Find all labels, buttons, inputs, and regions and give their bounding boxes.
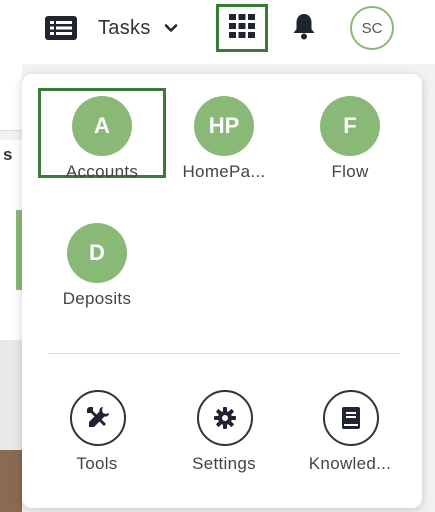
background-photo — [0, 450, 22, 512]
user-avatar[interactable]: SC — [350, 6, 394, 50]
tools-icon — [70, 390, 126, 446]
tool-label-knowledge: Knowled... — [308, 454, 392, 473]
app-launcher-menu: A Accounts HP HomePa... F Flow D Deposit… — [22, 74, 422, 508]
bell-icon — [291, 12, 317, 45]
app-icon-homepage: HP — [194, 96, 254, 156]
app-label-homepage: HomePa... — [182, 162, 266, 181]
tool-tile-tools[interactable]: Tools — [33, 380, 161, 473]
background-divider — [0, 130, 22, 131]
app-icon-flow: F — [320, 96, 380, 156]
tool-label-settings: Settings — [192, 454, 256, 473]
app-label-accounts: Accounts — [65, 162, 139, 181]
background-partial-text: s — [3, 145, 13, 164]
gear-icon — [197, 390, 253, 446]
app-icon-deposits: D — [67, 223, 127, 283]
app-tile-deposits[interactable]: D Deposits — [33, 215, 161, 308]
tasks-dropdown-button[interactable]: Tasks — [44, 10, 179, 46]
grid-icon — [228, 13, 256, 44]
background-image-area — [0, 180, 22, 340]
background-panel — [0, 64, 22, 130]
app-tile-flow[interactable]: F Flow — [286, 88, 414, 181]
menu-divider — [48, 353, 400, 354]
background-section — [0, 340, 22, 450]
background-content-right — [422, 64, 435, 512]
tool-label-tools: Tools — [76, 454, 118, 473]
tool-tile-knowledge[interactable]: Knowled... — [286, 380, 414, 473]
app-launcher-button[interactable] — [216, 4, 268, 52]
app-icon-accounts: A — [72, 96, 132, 156]
book-icon — [323, 390, 379, 446]
app-tile-accounts[interactable]: A Accounts — [38, 88, 166, 181]
top-bar: Tasks SC — [0, 0, 435, 64]
list-icon — [44, 15, 78, 41]
background-row: s — [0, 140, 22, 180]
app-label-deposits: Deposits — [62, 289, 132, 308]
app-label-flow: Flow — [331, 162, 369, 181]
app-tile-homepage[interactable]: HP HomePa... — [160, 88, 288, 181]
tasks-label: Tasks — [98, 16, 151, 39]
avatar-initials: SC — [361, 19, 383, 37]
chevron-down-icon — [163, 20, 179, 36]
notifications-button[interactable] — [290, 12, 318, 45]
tool-tile-settings[interactable]: Settings — [160, 380, 288, 473]
